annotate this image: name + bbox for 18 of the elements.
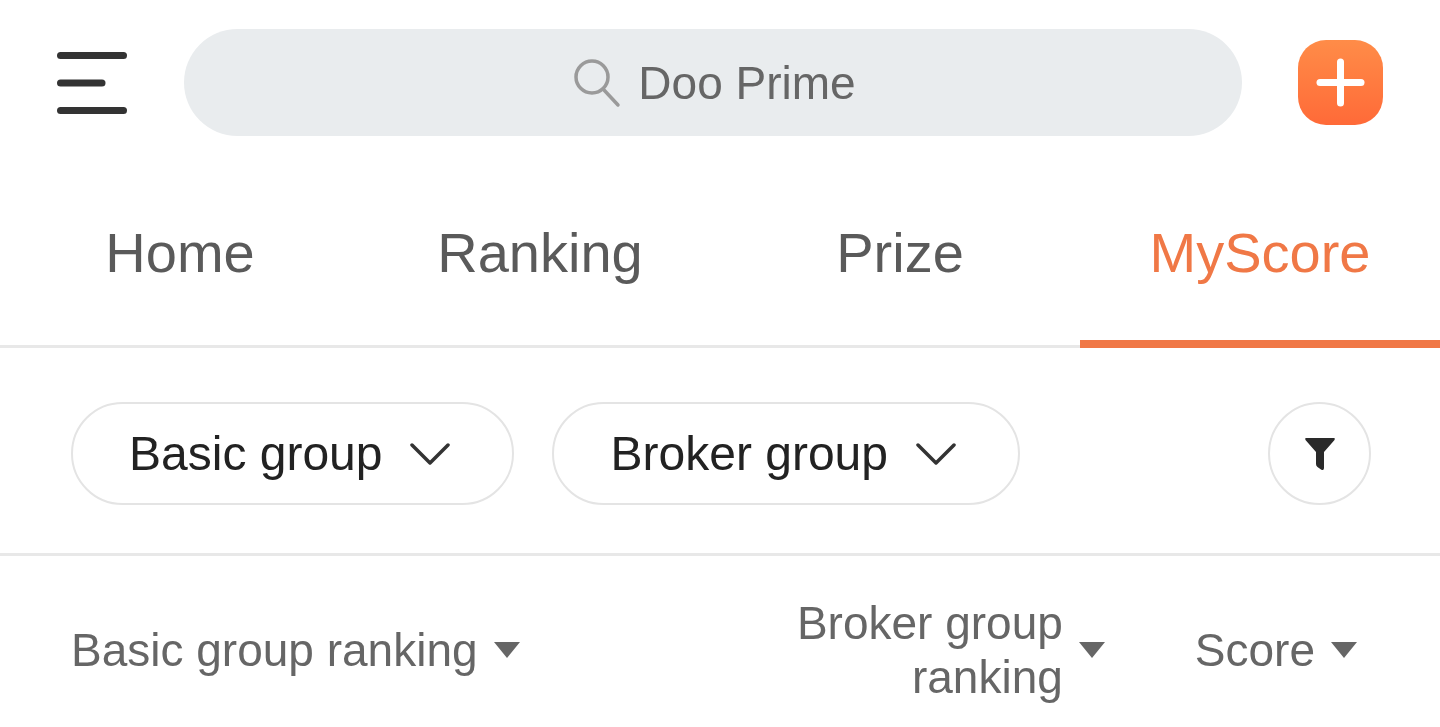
- sort-column-header[interactable]: Broker group ranking: [762, 596, 1105, 705]
- plus-icon[interactable]: [1298, 40, 1383, 125]
- caret-down-icon: [1078, 642, 1105, 659]
- group-dropdown[interactable]: Basic group: [71, 402, 515, 505]
- menu-icon[interactable]: [57, 51, 127, 114]
- tab[interactable]: Ranking: [360, 165, 720, 348]
- group-dropdown[interactable]: Broker group: [552, 402, 1020, 505]
- chevron-down-icon: [915, 442, 956, 465]
- search-icon: [573, 58, 622, 108]
- chevron-down-icon: [410, 442, 451, 465]
- tab[interactable]: Prize: [720, 165, 1080, 348]
- caret-down-icon: [493, 642, 520, 659]
- search-field[interactable]: Doo Prime: [184, 29, 1242, 136]
- caret-down-icon: [1331, 642, 1357, 659]
- tab[interactable]: Home: [0, 165, 360, 348]
- sort-column-header[interactable]: Score: [1194, 623, 1357, 678]
- sort-column-header[interactable]: Basic group ranking: [71, 623, 520, 678]
- funnel-icon: [1303, 435, 1336, 472]
